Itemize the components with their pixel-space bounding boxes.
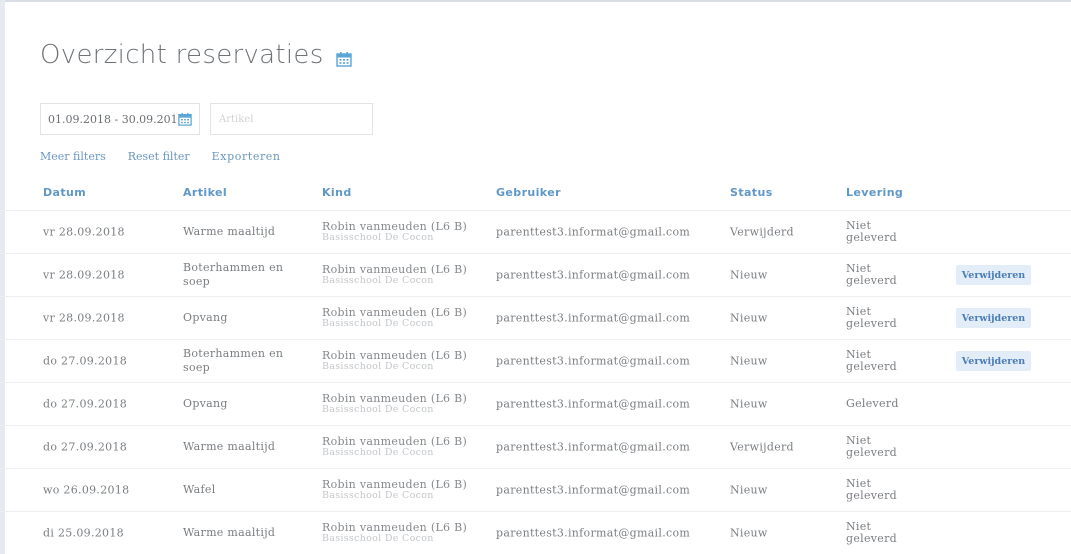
row-delivery: Niet geleverd <box>846 434 898 459</box>
date-range-value: 01.09.2018 - 30.09.2018 <box>48 112 185 126</box>
child-name: Robin vanmeuden (L6 B) <box>322 306 468 319</box>
row-delivery: Niet geleverd <box>846 477 898 502</box>
row-delivery: Niet geleverd <box>846 305 898 330</box>
row-child: Robin vanmeuden (L6 B) Basisschool De Coc… <box>322 479 467 501</box>
article-input[interactable] <box>210 103 373 135</box>
row-delivery: Niet geleverd <box>846 348 898 373</box>
row-date: di 25.09.2018 <box>43 526 124 540</box>
child-school: Basisschool De Cocon <box>322 490 434 501</box>
table-row: wo 26.09.2018 Wafel Robin vanmeuden (L6 B)… <box>0 468 1071 511</box>
table-row: vr 28.09.2018 Boterhammen en soep Robin va… <box>0 253 1071 296</box>
row-date: vr 28.09.2018 <box>43 225 125 239</box>
row-user: parenttest3.informat@gmail.com <box>496 526 691 540</box>
row-status: Verwijderd <box>730 225 794 239</box>
header-artikel[interactable]: Artikel <box>183 186 227 199</box>
child-name: Robin vanmeuden (L6 B) <box>322 478 468 491</box>
table-row: vr 28.09.2018 Warme maaltijd Robin vanmeud… <box>0 210 1071 253</box>
child-school: Basisschool De Cocon <box>322 361 434 372</box>
row-status: Nieuw <box>730 268 768 282</box>
row-status: Nieuw <box>730 483 768 497</box>
header-gebruiker[interactable]: Gebruiker <box>496 186 561 199</box>
top-border <box>0 0 1071 2</box>
row-article: Wafel <box>183 483 216 496</box>
row-date: do 27.09.2018 <box>43 397 128 411</box>
row-child: Robin vanmeuden (L6 B) Basisschool De Coc… <box>322 436 467 458</box>
table-row: do 27.09.2018 Opvang Robin vanmeuden (L6 B… <box>0 382 1071 425</box>
calendar-icon[interactable] <box>335 51 352 67</box>
reset-filter-link[interactable]: Reset filter <box>128 150 190 163</box>
row-child: Robin vanmeuden (L6 B) Basisschool De Coc… <box>322 221 467 243</box>
page-title: Overzicht reservaties <box>40 40 324 70</box>
row-user: parenttest3.informat@gmail.com <box>496 354 691 368</box>
row-article: Opvang <box>183 311 228 324</box>
child-school: Basisschool De Cocon <box>322 318 434 329</box>
child-school: Basisschool De Cocon <box>322 404 434 415</box>
row-status: Nieuw <box>730 526 768 540</box>
row-date: do 27.09.2018 <box>43 440 128 454</box>
child-school: Basisschool De Cocon <box>322 533 434 544</box>
export-link[interactable]: Exporteren <box>212 150 281 163</box>
child-name: Robin vanmeuden (L6 B) <box>322 220 468 233</box>
row-status: Nieuw <box>730 311 768 325</box>
child-name: Robin vanmeuden (L6 B) <box>322 392 468 405</box>
delete-button[interactable]: Verwijderen <box>956 351 1031 371</box>
child-school: Basisschool De Cocon <box>322 275 434 286</box>
row-delivery: Niet geleverd <box>846 262 898 287</box>
row-child: Robin vanmeuden (L6 B) Basisschool De Coc… <box>322 307 467 329</box>
row-child: Robin vanmeuden (L6 B) Basisschool De Coc… <box>322 350 467 372</box>
calendar-icon[interactable] <box>178 112 192 126</box>
row-child: Robin vanmeuden (L6 B) Basisschool De Coc… <box>322 393 467 415</box>
row-delivery: Geleverd <box>846 397 899 410</box>
row-delivery: Niet geleverd <box>846 219 898 244</box>
child-name: Robin vanmeuden (L6 B) <box>322 435 468 448</box>
child-school: Basisschool De Cocon <box>322 447 434 458</box>
row-user: parenttest3.informat@gmail.com <box>496 483 691 497</box>
row-article: Warme maaltijd <box>183 526 276 539</box>
more-filters-link[interactable]: Meer filters <box>40 150 106 163</box>
row-date: wo 26.09.2018 <box>43 483 130 497</box>
row-delivery: Niet geleverd <box>846 520 898 545</box>
row-user: parenttest3.informat@gmail.com <box>496 440 691 454</box>
child-name: Robin vanmeuden (L6 B) <box>322 263 468 276</box>
delete-button[interactable]: Verwijderen <box>956 308 1031 328</box>
row-date: vr 28.09.2018 <box>43 311 125 325</box>
table-row: di 25.09.2018 Warme maaltijd Robin vanmeud… <box>0 511 1071 554</box>
row-date: do 27.09.2018 <box>43 354 128 368</box>
row-child: Robin vanmeuden (L6 B) Basisschool De Coc… <box>322 522 467 544</box>
header-datum[interactable]: Datum <box>43 186 86 199</box>
table-row: do 27.09.2018 Boterhammen en soep Robin va… <box>0 339 1071 382</box>
delete-button[interactable]: Verwijderen <box>956 265 1031 285</box>
header-kind[interactable]: Kind <box>322 186 352 199</box>
reservations-table: vr 28.09.2018 Warme maaltijd Robin vanmeud… <box>0 210 1071 554</box>
child-school: Basisschool De Cocon <box>322 232 434 243</box>
child-name: Robin vanmeuden (L6 B) <box>322 521 468 534</box>
row-article: Opvang <box>183 397 228 410</box>
row-status: Nieuw <box>730 354 768 368</box>
row-status: Verwijderd <box>730 440 794 454</box>
child-name: Robin vanmeuden (L6 B) <box>322 349 468 362</box>
table-row: do 27.09.2018 Warme maaltijd Robin vanmeud… <box>0 425 1071 468</box>
row-user: parenttest3.informat@gmail.com <box>496 397 691 411</box>
row-article: Boterhammen en soep <box>183 261 284 288</box>
table-header: Datum Artikel Kind Gebruiker Status Leve… <box>0 186 1071 208</box>
header-status[interactable]: Status <box>730 186 773 199</box>
row-status: Nieuw <box>730 397 768 411</box>
title-row: Overzicht reservaties <box>40 40 352 70</box>
row-user: parenttest3.informat@gmail.com <box>496 311 691 325</box>
date-range-field[interactable]: 01.09.2018 - 30.09.2018 <box>40 103 200 135</box>
filter-links: Meer filters Reset filter Exporteren <box>40 150 281 163</box>
row-article: Warme maaltijd <box>183 440 276 453</box>
row-child: Robin vanmeuden (L6 B) Basisschool De Coc… <box>322 264 467 286</box>
table-row: vr 28.09.2018 Opvang Robin vanmeuden (L6 B… <box>0 296 1071 339</box>
row-article: Warme maaltijd <box>183 225 276 238</box>
header-levering[interactable]: Levering <box>846 186 903 199</box>
row-date: vr 28.09.2018 <box>43 268 125 282</box>
row-user: parenttest3.informat@gmail.com <box>496 225 691 239</box>
row-article: Boterhammen en soep <box>183 347 284 374</box>
row-user: parenttest3.informat@gmail.com <box>496 268 691 282</box>
